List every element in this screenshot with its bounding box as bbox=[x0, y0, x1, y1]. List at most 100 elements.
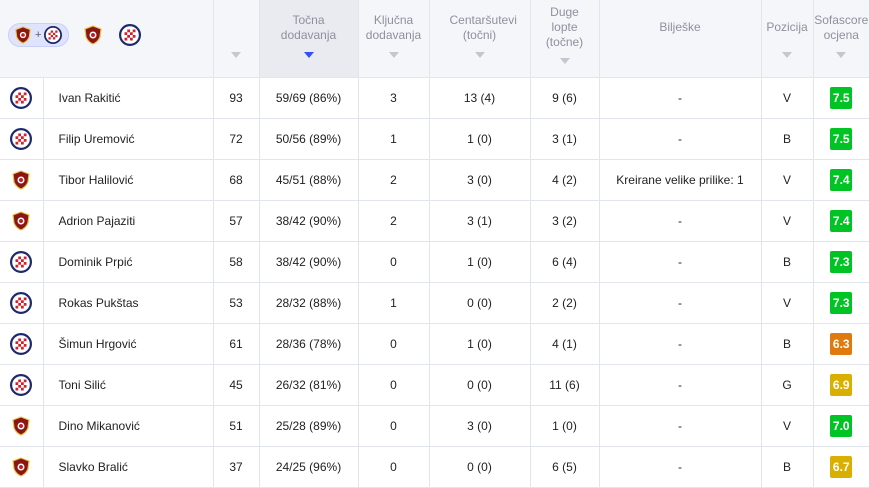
long-balls-column-header[interactable]: Duge lopte (točne) bbox=[530, 0, 600, 78]
team-logo-cell bbox=[0, 364, 44, 406]
opponent-crest-icon bbox=[12, 211, 30, 231]
key-passes-cell: 1 bbox=[358, 282, 430, 324]
player-name[interactable]: Ivan Rakitić bbox=[43, 77, 214, 119]
table-row[interactable]: Šimun Hrgović 61 28/36 (78%) 0 1 (0) 4 (1) - B 6… bbox=[0, 323, 869, 365]
hajduk-crest-icon bbox=[10, 251, 33, 273]
notes-cell: - bbox=[599, 323, 762, 365]
key-passes-cell: 3 bbox=[358, 77, 430, 119]
accurate-passes-cell: 45/51 (88%) bbox=[259, 159, 359, 201]
player-name[interactable]: Dino Mikanović bbox=[43, 405, 214, 447]
player-name[interactable]: Šimun Hrgović bbox=[43, 323, 214, 365]
player-name[interactable]: Dominik Prpić bbox=[43, 241, 214, 283]
sort-arrow-icon bbox=[231, 52, 241, 58]
both-teams-filter[interactable]: + bbox=[8, 23, 70, 47]
table-row[interactable]: Slavko Bralić 37 24/25 (96%) 0 0 (0) 6 (5) - B 6… bbox=[0, 446, 869, 488]
rating-badge: 7.5 bbox=[830, 87, 853, 109]
sort-arrow-icon bbox=[836, 52, 847, 58]
crosses-cell: 3 (1) bbox=[429, 200, 531, 242]
crosses-cell: 1 (0) bbox=[429, 118, 531, 160]
sort-arrow-icon bbox=[559, 58, 570, 64]
points-cell: 93 bbox=[213, 77, 260, 119]
table-row[interactable]: Toni Silić 45 26/32 (81%) 0 0 (0) 11 (6) - G 6.9 bbox=[0, 364, 869, 406]
accurate-passes-cell: 28/32 (88%) bbox=[259, 282, 359, 324]
notes-cell: - bbox=[599, 118, 762, 160]
points-column-header[interactable] bbox=[213, 0, 260, 78]
points-cell: 72 bbox=[213, 118, 260, 160]
key-passes-cell: 0 bbox=[358, 241, 430, 283]
position-cell: B bbox=[761, 241, 814, 283]
sort-arrow-icon bbox=[303, 52, 314, 58]
key-passes-cell: 0 bbox=[358, 405, 430, 447]
long-balls-cell: 1 (0) bbox=[530, 405, 600, 447]
table-row[interactable]: Adrion Pajaziti 57 38/42 (90%) 2 3 (1) 3 (2) -… bbox=[0, 200, 869, 242]
rating-column-header[interactable]: Sofascore ocjena bbox=[813, 0, 869, 78]
long-balls-cell: 4 (1) bbox=[530, 323, 600, 365]
position-cell: B bbox=[761, 118, 814, 160]
crosses-cell: 0 (0) bbox=[429, 364, 531, 406]
notes-cell: - bbox=[599, 77, 762, 119]
rating-badge: 6.9 bbox=[830, 374, 853, 396]
long-balls-cell: 2 (2) bbox=[530, 282, 600, 324]
points-cell: 53 bbox=[213, 282, 260, 324]
player-name[interactable]: Filip Uremović bbox=[43, 118, 214, 160]
hajduk-crest-icon bbox=[10, 333, 33, 355]
crosses-cell: 1 (0) bbox=[429, 323, 531, 365]
notes-cell: - bbox=[599, 405, 762, 447]
table-row[interactable]: Filip Uremović 72 50/56 (89%) 1 1 (0) 3 (1) - B… bbox=[0, 118, 869, 160]
hajduk-team-filter[interactable] bbox=[117, 22, 143, 48]
points-cell: 37 bbox=[213, 446, 260, 488]
accurate-passes-cell: 50/56 (89%) bbox=[259, 118, 359, 160]
player-name[interactable]: Slavko Bralić bbox=[43, 446, 214, 488]
rating-cell: 6.9 bbox=[813, 364, 869, 406]
rating-badge: 7.0 bbox=[830, 415, 853, 437]
position-column-header[interactable]: Pozicija bbox=[761, 0, 814, 78]
rating-badge: 7.3 bbox=[830, 292, 853, 314]
rating-cell: 7.5 bbox=[813, 77, 869, 119]
crosses-cell: 3 (0) bbox=[429, 405, 531, 447]
player-name[interactable]: Toni Silić bbox=[43, 364, 214, 406]
opponent-crest-icon bbox=[15, 26, 31, 44]
opponent-team-filter[interactable] bbox=[80, 22, 106, 48]
position-cell: V bbox=[761, 200, 814, 242]
hajduk-crest-icon bbox=[44, 26, 63, 44]
rating-cell: 6.3 bbox=[813, 323, 869, 365]
table-row[interactable]: Dominik Prpić 58 38/42 (90%) 0 1 (0) 6 (4) - B 7… bbox=[0, 241, 869, 283]
team-logo-cell bbox=[0, 323, 44, 365]
table-row[interactable]: Tibor Halilović 68 45/51 (88%) 2 3 (0) 4 (2) K… bbox=[0, 159, 869, 201]
key-passes-cell: 1 bbox=[358, 118, 430, 160]
long-balls-cell: 11 (6) bbox=[530, 364, 600, 406]
player-name[interactable]: Tibor Halilović bbox=[43, 159, 214, 201]
crosses-column-header[interactable]: Centaršutevi (točni) bbox=[429, 0, 531, 78]
accurate-passes-column-header[interactable]: Točna dodavanja bbox=[259, 0, 359, 78]
player-name[interactable]: Rokas Pukštas bbox=[43, 282, 214, 324]
points-cell: 58 bbox=[213, 241, 260, 283]
accurate-passes-cell: 26/32 (81%) bbox=[259, 364, 359, 406]
hajduk-crest-icon bbox=[119, 24, 142, 46]
key-passes-cell: 0 bbox=[358, 364, 430, 406]
hajduk-crest-icon bbox=[10, 292, 33, 314]
position-cell: V bbox=[761, 282, 814, 324]
key-passes-cell: 2 bbox=[358, 159, 430, 201]
position-cell: V bbox=[761, 405, 814, 447]
rating-cell: 6.7 bbox=[813, 446, 869, 488]
accurate-passes-cell: 25/28 (89%) bbox=[259, 405, 359, 447]
hajduk-crest-icon bbox=[10, 374, 33, 396]
rating-badge: 6.7 bbox=[830, 456, 853, 478]
rating-cell: 7.3 bbox=[813, 282, 869, 324]
team-logo-cell bbox=[0, 159, 44, 201]
accurate-passes-cell: 24/25 (96%) bbox=[259, 446, 359, 488]
table-row[interactable]: Rokas Pukštas 53 28/32 (88%) 1 0 (0) 2 (2) - V 7… bbox=[0, 282, 869, 324]
key-passes-column-header[interactable]: Ključna dodavanja bbox=[358, 0, 430, 78]
notes-cell: - bbox=[599, 446, 762, 488]
accurate-passes-cell: 38/42 (90%) bbox=[259, 241, 359, 283]
rating-badge: 7.4 bbox=[830, 169, 853, 191]
table-row[interactable]: Ivan Rakitić 93 59/69 (86%) 3 13 (4) 9 (6) - V 7… bbox=[0, 77, 869, 119]
hajduk-crest-icon bbox=[10, 128, 33, 150]
long-balls-cell: 9 (6) bbox=[530, 77, 600, 119]
long-balls-cell: 6 (5) bbox=[530, 446, 600, 488]
player-name[interactable]: Adrion Pajaziti bbox=[43, 200, 214, 242]
position-cell: G bbox=[761, 364, 814, 406]
points-cell: 61 bbox=[213, 323, 260, 365]
table-row[interactable]: Dino Mikanović 51 25/28 (89%) 0 3 (0) 1 (0) - V… bbox=[0, 405, 869, 447]
crosses-cell: 0 (0) bbox=[429, 282, 531, 324]
